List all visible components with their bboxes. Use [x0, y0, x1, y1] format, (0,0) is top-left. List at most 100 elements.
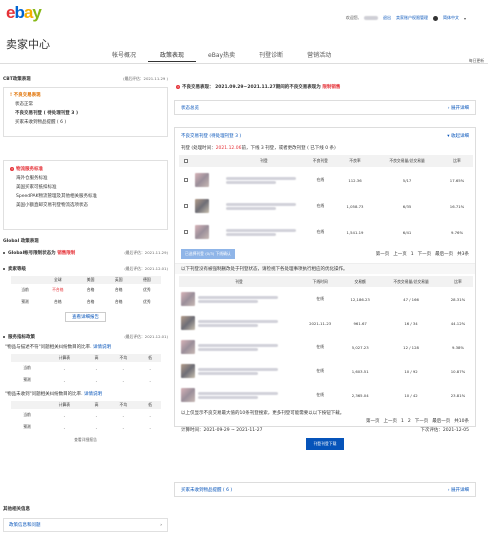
alert-icon: !	[176, 85, 180, 89]
logistics-item[interactable]: 海外仓服务标准	[10, 175, 161, 181]
table-header: 刊登	[235, 278, 243, 284]
table-row: 2021-11-23 961.67 16 / 34 44.12%	[179, 311, 473, 335]
row-checkbox[interactable]	[183, 177, 188, 182]
table-cell: -	[122, 377, 125, 383]
table-row: 在线 1,058.73 6/35 16.71%	[179, 193, 473, 219]
tab-policy-performance[interactable]: 政策表现	[148, 50, 197, 62]
page-next[interactable]: 下一页	[415, 418, 429, 424]
buyer-inr-card[interactable]: 买家未收到物品提醒 ( 6 ) › 展开详细	[174, 482, 476, 497]
page-last[interactable]: 最后一页	[432, 418, 450, 424]
table-header: 刊登	[260, 158, 268, 163]
tab-account-overview[interactable]: 帐号概况	[100, 50, 148, 62]
ebay-logo[interactable]: ebay	[6, 3, 42, 22]
warning-icon: !	[10, 93, 13, 98]
table-cell: 5/17	[402, 177, 412, 183]
logistics-item[interactable]: 美国买家可抵扣标准	[10, 184, 161, 190]
bad-listings-header: 不良交易刊登 (待处理刊登 3 ) ▾ 收起详细	[175, 128, 475, 141]
page-number[interactable]: 1	[401, 419, 404, 424]
table-header	[193, 155, 224, 167]
table-cell: 9.76%	[451, 229, 464, 235]
table-cell: 2,365.04	[351, 392, 369, 398]
service-table-2: 计算表 高 不均 低 当前 - - - - 预测 - - - -	[11, 401, 161, 433]
bulk-offline-button[interactable]: 已选择刊登 (0/3) 下线确认	[181, 249, 235, 259]
view-report-button[interactable]: 查看详细报告	[65, 312, 106, 322]
table-header: 交易额	[354, 278, 366, 284]
details-link[interactable]: 详情说明	[93, 345, 111, 350]
table-cell: 在线	[316, 177, 325, 182]
table-cell: 2021-11-23	[309, 320, 332, 326]
table-cell: 1,603.51	[351, 368, 369, 374]
account-permission-link[interactable]: 卖家账户权限管理	[396, 15, 428, 21]
other-item[interactable]: 政策信息和问题 ›	[3, 518, 168, 532]
page-number[interactable]: 2	[408, 419, 411, 424]
table-row: 在线 1,541.19 6/41 9.76%	[179, 219, 473, 245]
pending-subtitle: 刊登 (处理时间：2021.12.06前，下线 3 刊登，或者更改刊登 ( 已下…	[181, 146, 336, 151]
cbt-title: CBT政策表现	[3, 77, 31, 82]
expand-link[interactable]: › 展开详细	[448, 105, 469, 111]
table-header: 计算表	[58, 355, 71, 360]
logistics-title: ! 物流服务标准	[10, 167, 43, 172]
pagination: 第一页 上一页 1 2 下一页 最后一页 共10条	[175, 417, 475, 425]
table-header: 不良交易量/总交易量	[393, 278, 429, 284]
table-cell: 47 / 166	[403, 296, 419, 302]
top-nav: 欢迎您, 退出 卖家账户权限管理 简体中文 ▾	[346, 15, 466, 21]
page-first[interactable]: 第一页	[366, 418, 380, 424]
chevron-down-icon: ▾	[463, 15, 466, 21]
row-checkbox[interactable]	[183, 229, 188, 234]
global-section: Global 政策表现 Global帐号限制状态为 销售限制 (最后评估：202…	[3, 238, 168, 443]
tab-marketing[interactable]: 营销活动	[295, 50, 343, 62]
chevron-down-icon: ▾	[447, 134, 450, 139]
chevron-right-icon: ›	[160, 522, 162, 528]
logistics-box: ! 物流服务标准 海外仓服务标准 美国买家可抵扣标准 SpeedPAK物流管理及其…	[3, 160, 168, 230]
table-cell: 961.67	[353, 320, 367, 326]
table-cell: 23.81%	[450, 392, 466, 398]
table-cell: 6/41	[402, 229, 412, 235]
sign-out-link[interactable]: 退出	[383, 15, 391, 21]
table-cell: 12 / 128	[403, 344, 419, 350]
table-cell: -	[95, 424, 98, 430]
page-number[interactable]: 1	[411, 252, 414, 257]
bullet-icon	[3, 335, 5, 338]
language-select[interactable]: 简体中文	[443, 15, 459, 21]
download-button[interactable]: 刊登刊登下载	[305, 438, 345, 450]
logo-letter-y: y	[32, 3, 42, 22]
cbt-item-bad-listings[interactable]: 不良交易刊登 ( 待处理刊登 3 )	[10, 110, 161, 116]
row-checkbox[interactable]	[183, 203, 188, 208]
page-prev[interactable]: 上一页	[384, 418, 398, 424]
other-section: 其他相关信息 政策信息和问题 ›	[3, 506, 168, 532]
table-cell: 10.87%	[450, 368, 466, 374]
status-overview-card[interactable]: 状态总览 › 展开详细	[174, 100, 476, 115]
seller-level-table: 全球 美国 英国 德国 当前 不合格 合格 合格 优秀 预测 合格 合格 合格 …	[11, 276, 161, 308]
globe-icon	[432, 15, 438, 21]
table-header: 不良率	[349, 158, 361, 163]
table-header: 全球	[54, 277, 62, 282]
view-report-button[interactable]: 查看详细报告	[74, 437, 97, 442]
cbt-item-inr[interactable]: 买家未收到物品提醒 ( 6 )	[10, 119, 161, 125]
table-cell: 10 / 92	[404, 368, 418, 374]
page-last[interactable]: 最后一页	[435, 251, 453, 257]
collapse-link[interactable]: ▾ 收起详细	[447, 133, 469, 139]
page-count: 共10条	[454, 419, 469, 424]
details-link[interactable]: 详情说明	[84, 392, 102, 397]
page-count: 共3条	[457, 252, 469, 257]
page-first[interactable]: 第一页	[376, 251, 390, 257]
tab-listing-diagnosis[interactable]: 刊登诊断	[247, 50, 295, 62]
table-cell: 在线	[316, 392, 324, 397]
table-cell: 优秀	[143, 299, 151, 304]
table-cell: -	[63, 424, 66, 430]
logistics-item[interactable]: SpeedPAK物流管理及其他相关服务标准	[10, 193, 161, 199]
select-all-checkbox[interactable]	[179, 155, 193, 167]
table-cell: 17.65%	[449, 177, 465, 183]
page-prev[interactable]: 上一页	[393, 251, 407, 257]
page-next[interactable]: 下一页	[418, 251, 432, 257]
logistics-item[interactable]: 美国小额直邮交易刊登物流选项状态	[10, 202, 161, 208]
table-cell: 16.71%	[449, 203, 465, 209]
table-cell: 不合格	[52, 287, 64, 292]
table-cell: 优秀	[143, 287, 151, 292]
expand-link[interactable]: › 展开详细	[448, 487, 469, 493]
table-cell: 1,058.73	[346, 203, 364, 209]
tab-ebay-hot[interactable]: eBay热卖	[196, 50, 247, 62]
table-cell: -	[122, 424, 125, 430]
bullet-icon	[3, 267, 5, 270]
table-cell: -	[149, 412, 151, 418]
